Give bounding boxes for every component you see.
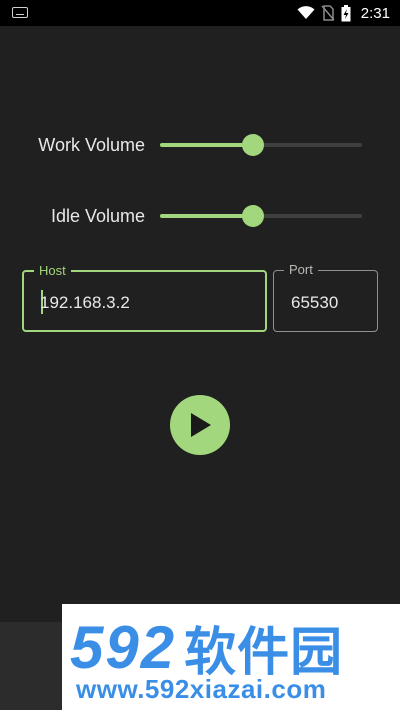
wifi-icon: [297, 6, 315, 19]
play-button[interactable]: [170, 395, 230, 455]
host-input[interactable]: 192.168.3.2: [40, 293, 130, 313]
battery-charging-icon: [341, 4, 351, 21]
play-icon: [191, 413, 211, 437]
work-volume-fill: [160, 143, 253, 147]
watermark-number: 592: [70, 614, 177, 681]
watermark: 592 软件园 www.592xiazai.com: [62, 604, 400, 710]
host-label: Host: [34, 263, 71, 278]
idle-volume-thumb[interactable]: [241, 205, 264, 227]
clock: 2:31: [360, 4, 390, 22]
bottom-panel: [0, 622, 62, 710]
work-volume-row: Work Volume: [0, 125, 400, 165]
idle-volume-fill: [160, 214, 253, 218]
status-bar: 2:31: [0, 0, 400, 26]
idle-volume-label: Idle Volume: [50, 206, 145, 226]
port-input[interactable]: 65530: [291, 293, 338, 313]
idle-volume-row: Idle Volume: [0, 196, 400, 236]
host-field[interactable]: Host 192.168.3.2: [22, 263, 267, 332]
watermark-url: www.592xiazai.com: [76, 674, 327, 704]
keyboard-icon: [12, 7, 28, 18]
port-field[interactable]: Port 65530: [273, 262, 378, 332]
work-volume-thumb[interactable]: [241, 134, 264, 156]
port-label: Port: [284, 262, 318, 277]
work-volume-label: Work Volume: [38, 135, 145, 155]
work-volume-slider[interactable]: [160, 134, 362, 156]
idle-volume-slider[interactable]: [160, 205, 362, 227]
no-sim-icon: [321, 5, 335, 21]
